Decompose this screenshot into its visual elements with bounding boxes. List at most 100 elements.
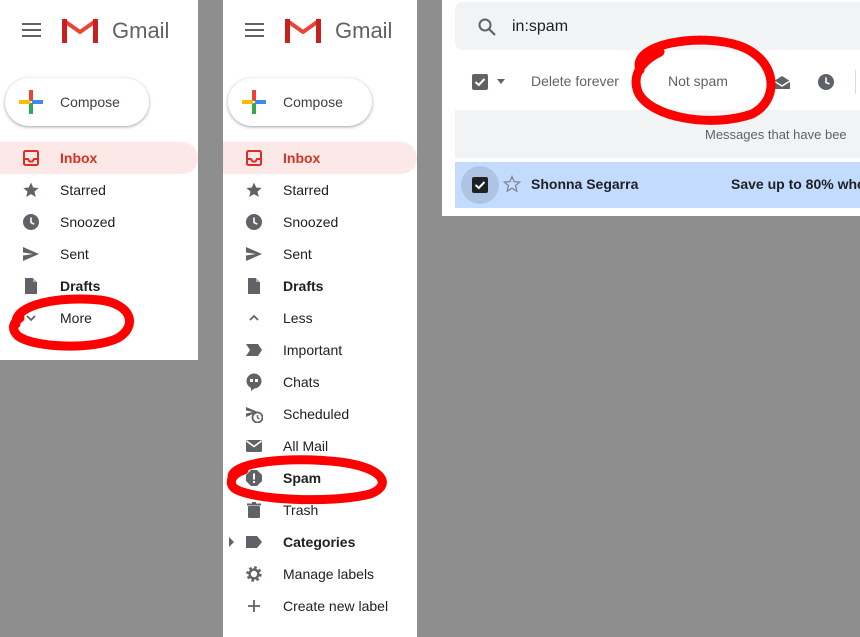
spam-notice-banner: Messages that have bee: [455, 110, 860, 158]
sidebar-item-starred[interactable]: Starred: [223, 174, 417, 206]
sidebar-item-less[interactable]: Less: [223, 302, 417, 334]
sidebar-nav: Inbox Starred Snoozed Sent Drafts More: [0, 142, 198, 334]
sidebar-item-label: Scheduled: [283, 406, 350, 422]
sidebar-item-label: Important: [283, 342, 343, 358]
gmail-sidebar-expanded: Gmail Compose Inbox Starred Snoozed Sent Dra…: [223, 0, 417, 637]
draft-icon: [25, 278, 37, 294]
clock-icon: [246, 214, 262, 230]
brand-name: Gmail: [112, 18, 170, 43]
check-icon: [474, 78, 486, 87]
sidebar-item-drafts[interactable]: Drafts: [223, 270, 417, 302]
sidebar-item-drafts[interactable]: Drafts: [0, 270, 198, 302]
email-subject: Save up to 80% whe: [731, 176, 860, 192]
snooze-icon[interactable]: [817, 73, 835, 91]
sidebar-item-inbox[interactable]: Inbox: [223, 142, 417, 174]
sidebar-item-categories[interactable]: Categories: [223, 526, 417, 558]
gmail-logo-icon[interactable]: [284, 16, 322, 44]
gear-icon: [246, 566, 262, 582]
chat-icon: [246, 373, 262, 391]
draft-icon: [248, 278, 260, 294]
sidebar-item-label: Manage labels: [283, 566, 375, 582]
spam-notice-text: Messages that have bee: [705, 127, 847, 142]
scheduled-icon: [246, 407, 263, 423]
mark-as-read-icon[interactable]: [773, 73, 791, 91]
sidebar-item-all-mail[interactable]: All Mail: [223, 430, 417, 462]
sidebar-item-label: Less: [283, 310, 313, 326]
sidebar-item-label: Inbox: [283, 150, 321, 166]
sidebar-item-create-new-label[interactable]: Create new label: [223, 590, 417, 622]
search-icon[interactable]: [477, 17, 497, 37]
chevron-down-icon: [26, 315, 36, 322]
sidebar-item-label: Trash: [283, 502, 319, 518]
sidebar-item-important[interactable]: Important: [223, 334, 417, 366]
sidebar-item-label: Chats: [283, 374, 320, 390]
trash-icon: [247, 502, 261, 518]
sidebar-item-label: Starred: [283, 182, 329, 198]
brand-name: Gmail: [335, 18, 393, 43]
email-row[interactable]: Shonna Segarra Save up to 80% whe: [455, 162, 860, 208]
main-menu-icon[interactable]: [22, 23, 41, 37]
sidebar-item-label: Drafts: [283, 278, 324, 294]
sidebar-item-inbox[interactable]: Inbox: [0, 142, 198, 174]
header: Gmail: [0, 0, 198, 62]
header: Gmail: [223, 0, 417, 62]
sidebar-item-label: Inbox: [60, 150, 98, 166]
important-icon: [246, 344, 262, 356]
gmail-sidebar-collapsed: Gmail Compose Inbox Starred Snoozed Sent Dra…: [0, 0, 198, 360]
search-query[interactable]: in:spam: [512, 18, 568, 36]
spam-icon: [246, 470, 262, 486]
gmail-logo-icon[interactable]: [61, 16, 99, 44]
sidebar-item-label: Spam: [283, 470, 322, 486]
expand-caret-icon[interactable]: [229, 537, 234, 547]
toolbar-divider: [855, 70, 856, 94]
sidebar-item-spam[interactable]: Spam: [223, 462, 417, 494]
sidebar-item-sent[interactable]: Sent: [223, 238, 417, 270]
check-icon: [474, 181, 486, 190]
send-icon: [246, 247, 262, 261]
sidebar-item-starred[interactable]: Starred: [0, 174, 198, 206]
star-icon: [23, 182, 39, 197]
sidebar-item-label: Categories: [283, 534, 356, 550]
sidebar-item-label: Snoozed: [283, 214, 339, 230]
sidebar-item-scheduled[interactable]: Scheduled: [223, 398, 417, 430]
sidebar-item-label: Sent: [60, 246, 89, 262]
label-icon: [246, 536, 262, 548]
sidebar-item-manage-labels[interactable]: Manage labels: [223, 558, 417, 590]
not-spam-button[interactable]: Not spam: [668, 73, 728, 89]
sidebar-item-label: Sent: [283, 246, 312, 262]
sidebar-item-label: More: [60, 310, 92, 326]
sidebar-nav: Inbox Starred Snoozed Sent Drafts Less Importa…: [223, 142, 417, 622]
sidebar-item-label: Drafts: [60, 278, 101, 294]
compose-button[interactable]: Compose: [228, 78, 372, 126]
select-dropdown-icon[interactable]: [497, 79, 505, 84]
sidebar-item-snoozed[interactable]: Snoozed: [223, 206, 417, 238]
star-icon: [246, 182, 262, 197]
search-bar[interactable]: in:spam: [455, 2, 860, 50]
sidebar-item-label: All Mail: [283, 438, 329, 454]
clock-icon: [23, 214, 39, 230]
select-all-checkbox[interactable]: [472, 74, 488, 90]
spam-view: in:spam Delete forever Not spam Messages…: [442, 0, 860, 216]
toolbar: Delete forever Not spam: [442, 60, 860, 104]
sidebar-item-label: Snoozed: [60, 214, 116, 230]
sidebar-item-snoozed[interactable]: Snoozed: [0, 206, 198, 238]
email-sender: Shonna Segarra: [531, 176, 639, 192]
delete-forever-button[interactable]: Delete forever: [531, 73, 619, 89]
sidebar-item-trash[interactable]: Trash: [223, 494, 417, 526]
sidebar-item-more[interactable]: More: [0, 302, 198, 334]
main-menu-icon[interactable]: [245, 23, 264, 37]
inbox-icon: [23, 150, 39, 166]
sidebar-item-chats[interactable]: Chats: [223, 366, 417, 398]
all-mail-icon: [246, 440, 262, 452]
inbox-icon: [246, 150, 262, 166]
sidebar-item-label: Create new label: [283, 598, 389, 614]
chevron-up-icon: [249, 314, 259, 321]
sidebar-item-sent[interactable]: Sent: [0, 238, 198, 270]
compose-label: Compose: [283, 94, 343, 110]
plus-icon: [248, 600, 260, 612]
compose-button[interactable]: Compose: [5, 78, 149, 126]
compose-plus-icon: [242, 90, 266, 114]
send-icon: [23, 247, 39, 261]
star-icon[interactable]: [502, 174, 522, 194]
row-checkbox[interactable]: [472, 177, 488, 193]
